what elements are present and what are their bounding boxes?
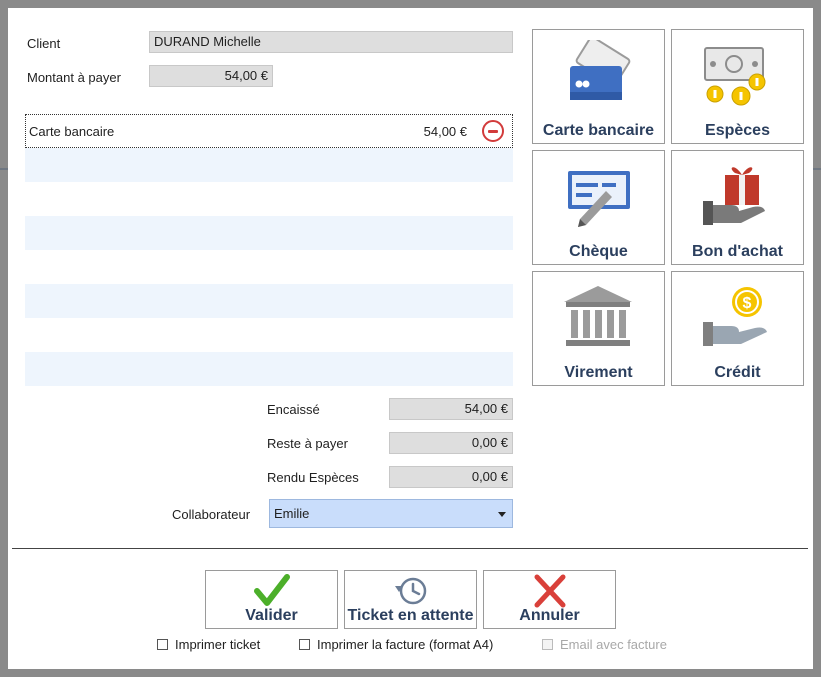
gift-voucher-icon	[703, 167, 765, 225]
collaborator-selected-value: Emilie	[274, 506, 310, 521]
collaborator-select[interactable]: Emilie	[269, 499, 513, 528]
email-invoice-label: Email avec facture	[560, 637, 667, 652]
cash-change-label: Rendu Espèces	[267, 470, 359, 485]
payment-row[interactable]: Carte bancaire 54,00 €	[25, 114, 513, 148]
tile-label: Espèces	[705, 122, 770, 139]
cheque-pen-icon	[568, 171, 630, 227]
remaining-label: Reste à payer	[267, 436, 348, 451]
method-credit-button[interactable]: $ Crédit	[671, 271, 804, 386]
print-ticket-checkbox[interactable]	[157, 639, 168, 650]
history-clock-icon	[394, 577, 426, 605]
client-label: Client	[27, 36, 61, 51]
tile-label: Virement	[564, 364, 633, 381]
collaborator-label: Collaborateur	[172, 507, 251, 522]
remaining-field: 0,00 €	[389, 432, 513, 454]
collected-field: 54,00 €	[389, 398, 513, 420]
cancel-button[interactable]: Annuler	[483, 570, 616, 629]
method-especes-button[interactable]: Espèces	[671, 29, 804, 144]
hold-ticket-button-label: Ticket en attente	[347, 607, 474, 624]
collected-label: Encaissé	[267, 402, 320, 417]
cancel-button-label: Annuler	[519, 607, 580, 624]
tile-label: Chèque	[569, 243, 628, 260]
list-item	[25, 284, 513, 318]
amount-due-field: 54,00 €	[149, 65, 273, 87]
validate-button-label: Valider	[245, 607, 298, 624]
list-item	[25, 318, 513, 352]
bank-building-icon	[564, 286, 632, 346]
payment-amount: 54,00 €	[423, 124, 467, 139]
payment-dialog: Client DURAND Michelle Montant à payer 5…	[8, 8, 813, 669]
chevron-down-icon	[498, 512, 506, 517]
close-icon	[534, 574, 565, 608]
payment-method: Carte bancaire	[29, 124, 115, 139]
cash-coins-icon	[704, 47, 766, 106]
list-item	[25, 352, 513, 386]
email-invoice-checkbox	[542, 639, 553, 650]
amount-due-label: Montant à payer	[27, 70, 121, 85]
method-bon-dachat-button[interactable]: Bon d'achat	[671, 150, 804, 265]
hold-ticket-button[interactable]: Ticket en attente	[344, 570, 477, 629]
print-invoice-label: Imprimer la facture (format A4)	[317, 637, 494, 652]
remove-payment-icon[interactable]	[482, 120, 504, 142]
checkmark-icon	[253, 574, 290, 606]
client-field: DURAND Michelle	[149, 31, 513, 53]
print-invoice-checkbox[interactable]	[299, 639, 310, 650]
list-item	[25, 216, 513, 250]
tile-label: Carte bancaire	[542, 122, 655, 139]
validate-button[interactable]: Valider	[205, 570, 338, 629]
tile-label: Crédit	[714, 364, 761, 381]
tile-label: Bon d'achat	[692, 243, 783, 260]
print-ticket-label: Imprimer ticket	[175, 637, 261, 652]
list-item	[25, 250, 513, 284]
method-cheque-button[interactable]: Chèque	[532, 150, 665, 265]
method-carte-bancaire-button[interactable]: Carte bancaire	[532, 29, 665, 144]
cash-change-field: 0,00 €	[389, 466, 513, 488]
method-virement-button[interactable]: Virement	[532, 271, 665, 386]
credit-card-icon	[570, 40, 631, 100]
list-item	[25, 182, 513, 216]
svg-text:$: $	[743, 295, 752, 312]
divider	[12, 548, 808, 549]
list-item	[25, 148, 513, 182]
credit-coin-hand-icon: $	[703, 287, 767, 346]
